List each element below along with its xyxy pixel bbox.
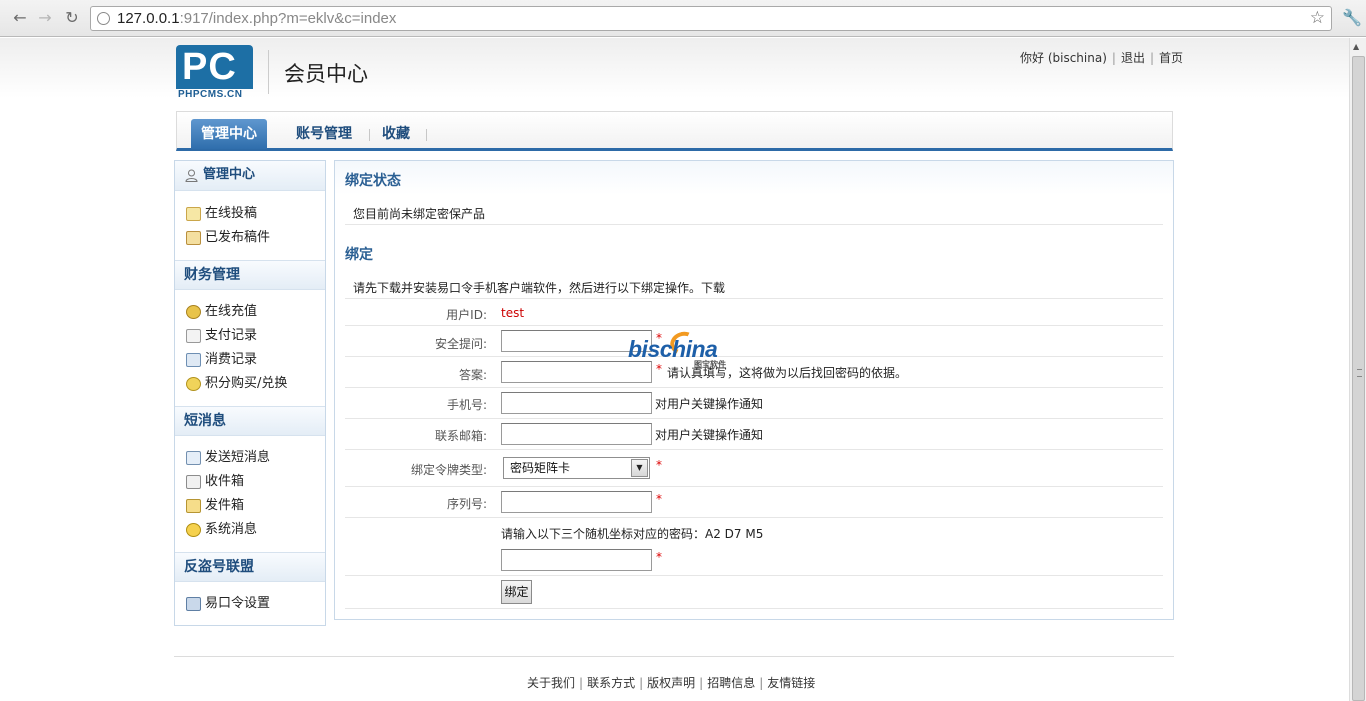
- footer-link-friends[interactable]: 友情链接: [767, 676, 815, 690]
- serial-label: 序列号:: [446, 497, 487, 511]
- table-icon: [186, 353, 201, 367]
- tab-favorites[interactable]: 收藏: [382, 119, 410, 149]
- vertical-scrollbar[interactable]: ▲: [1349, 38, 1366, 701]
- sidebar-section-finance: 财务管理: [175, 260, 325, 290]
- sidebar: 管理中心 在线投稿 已发布稿件 财务管理 在线充值 支付记录 消费记录 积分购买…: [174, 160, 326, 626]
- question-label: 安全提问:: [434, 337, 487, 351]
- scrollbar-thumb[interactable]: [1352, 56, 1365, 701]
- tab-account-management[interactable]: 账号管理: [296, 119, 352, 149]
- edit-icon: [186, 207, 201, 221]
- sidebar-item-consumption-records[interactable]: 消费记录: [186, 351, 257, 369]
- home-link[interactable]: 首页: [1159, 51, 1183, 65]
- logout-link[interactable]: 退出: [1121, 51, 1145, 65]
- mobile-input[interactable]: [501, 392, 652, 414]
- sidebar-item-inbox[interactable]: 收件箱: [186, 473, 244, 491]
- bookmark-star-icon[interactable]: ☆: [1310, 8, 1325, 28]
- points-icon: [186, 377, 201, 391]
- required-mark: *: [656, 458, 662, 472]
- logo-divider: [268, 50, 269, 94]
- serial-input[interactable]: [501, 491, 652, 513]
- computer-icon: [186, 597, 201, 611]
- required-mark: *: [656, 550, 662, 564]
- sidebar-item-token-settings[interactable]: 易口令设置: [186, 595, 270, 613]
- sidebar-item-online-submit[interactable]: 在线投稿: [186, 205, 257, 223]
- email-input[interactable]: [501, 423, 652, 445]
- binding-status-text: 您目前尚未绑定密保产品: [353, 207, 486, 221]
- sidebar-item-recharge[interactable]: 在线充值: [186, 303, 257, 321]
- footer-link-jobs[interactable]: 招聘信息: [707, 676, 755, 690]
- sidebar-section-management: 管理中心: [175, 161, 325, 191]
- chevron-down-icon[interactable]: ▼: [631, 459, 648, 477]
- answer-label: 答案:: [458, 368, 487, 382]
- main-nav: 管理中心 账号管理 收藏: [176, 111, 1173, 151]
- browser-toolbar: ← → ↻ 127.0.0.1:917/index.php?m=eklv&c=i…: [0, 0, 1366, 37]
- coordinates-password-input[interactable]: [501, 549, 652, 571]
- mobile-hint: 对用户关键操作通知: [655, 397, 764, 411]
- sidebar-item-outbox[interactable]: 发件箱: [186, 497, 244, 515]
- greeting-text: 你好 (bischina): [1020, 51, 1107, 65]
- token-type-select[interactable]: 密码矩阵卡 ▼: [503, 457, 650, 479]
- sidebar-section-messages: 短消息: [175, 406, 325, 436]
- bind-title: 绑定: [345, 247, 373, 263]
- coordinates-prompt: 请输入以下三个随机坐标对应的密码：A2 D7 M5: [501, 527, 764, 541]
- mobile-label: 手机号:: [446, 398, 487, 412]
- email-hint: 对用户关键操作通知: [655, 428, 764, 442]
- inbox-icon: [186, 475, 201, 489]
- sidebar-item-published[interactable]: 已发布稿件: [186, 229, 270, 247]
- user-links: 你好 (bischina) | 退出 | 首页: [1020, 51, 1184, 65]
- sidebar-item-send-message[interactable]: 发送短消息: [186, 449, 270, 467]
- reload-icon[interactable]: ↻: [62, 8, 82, 28]
- document-icon: [186, 231, 201, 245]
- watermark-logo: bischina 图宝软件: [628, 328, 740, 370]
- sidebar-item-system-messages[interactable]: 系统消息: [186, 521, 257, 539]
- footer-link-about[interactable]: 关于我们: [527, 676, 575, 690]
- outbox-icon: [186, 499, 201, 513]
- receipt-icon: [186, 329, 201, 343]
- user-icon: [185, 169, 198, 182]
- userid-label: 用户ID:: [446, 308, 487, 322]
- page-title: 会员中心: [284, 62, 368, 86]
- content-panel: 绑定状态 您目前尚未绑定密保产品 绑定 请先下载并安装易口令手机客户端软件，然后…: [334, 160, 1174, 620]
- binding-status-title: 绑定状态: [345, 173, 401, 189]
- coins-icon: [186, 305, 201, 319]
- forward-icon[interactable]: →: [35, 8, 55, 28]
- footer-link-contact[interactable]: 联系方式: [587, 676, 635, 690]
- address-url[interactable]: 127.0.0.1:917/index.php?m=eklv&c=index: [117, 10, 396, 27]
- userid-value: test: [501, 306, 525, 320]
- required-mark: *: [656, 492, 662, 506]
- footer-link-copyright[interactable]: 版权声明: [647, 676, 695, 690]
- sidebar-item-points-exchange[interactable]: 积分购买/兑换: [186, 375, 287, 393]
- bind-button[interactable]: 绑定: [501, 580, 532, 604]
- sidebar-item-payment-records[interactable]: 支付记录: [186, 327, 257, 345]
- send-mail-icon: [186, 451, 201, 465]
- bind-intro: 请先下载并安装易口令手机客户端软件，然后进行以下绑定操作。下载: [353, 281, 726, 295]
- email-label: 联系邮箱:: [434, 429, 487, 443]
- scroll-up-icon[interactable]: ▲: [1353, 42, 1359, 51]
- sidebar-section-anti-theft: 反盗号联盟: [175, 552, 325, 582]
- address-bar[interactable]: 127.0.0.1:917/index.php?m=eklv&c=index ☆: [90, 6, 1332, 31]
- footer-links: 关于我们 | 联系方式 | 版权声明 | 招聘信息 | 友情链接: [527, 676, 816, 690]
- wrench-menu-icon[interactable]: 🔧: [1342, 8, 1362, 27]
- token-type-label: 绑定令牌类型:: [410, 463, 487, 477]
- back-icon[interactable]: ←: [10, 8, 30, 28]
- footer-divider: [174, 656, 1174, 657]
- tab-management-center[interactable]: 管理中心: [191, 119, 267, 149]
- lightbulb-icon: [186, 523, 201, 537]
- page-info-icon[interactable]: [97, 12, 110, 25]
- site-logo[interactable]: PC PHPCMS.CN: [176, 45, 254, 101]
